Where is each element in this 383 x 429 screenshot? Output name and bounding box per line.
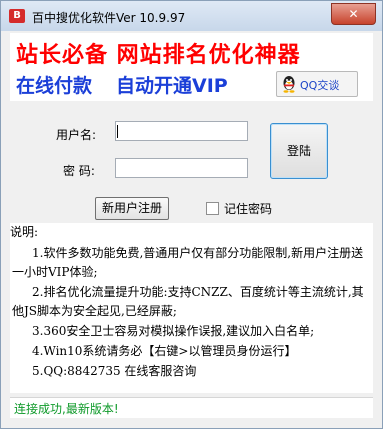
connection-status: 连接成功,最新版本!	[14, 402, 119, 416]
text-caret	[117, 125, 118, 138]
banner-subline: 在线付款 自动开通VIP	[16, 71, 228, 98]
remember-password-label[interactable]: 记住密码	[224, 200, 272, 217]
close-button[interactable]: ✕	[331, 3, 376, 25]
instructions-title: 说明:	[10, 225, 39, 239]
instruction-item: 5.QQ:8842735 在线客服咨询	[32, 364, 197, 378]
app-logo-icon: B	[9, 9, 25, 23]
login-button[interactable]: 登陆	[270, 123, 328, 179]
username-input[interactable]	[115, 121, 248, 141]
username-label: 用户名:	[56, 128, 97, 142]
instruction-item: 3.360安全卫士容易对模拟操作误报,建议加入白名单;	[32, 324, 315, 338]
title-bar[interactable]: B 百中搜优化软件Ver 10.9.97 ✕	[1, 1, 382, 31]
banner-auto-vip: 自动开通VIP	[116, 75, 228, 97]
banner-online-payment: 在线付款	[16, 75, 93, 97]
qq-chat-button[interactable]: QQ交谈	[276, 71, 358, 97]
window-title: 百中搜优化软件Ver 10.9.97	[32, 11, 186, 25]
instructions-panel: 说明: 1.软件多数功能免费,普通用户仅有部分功能限制,新用户注册送一小时VIP…	[10, 223, 373, 393]
instructions-list: 1.软件多数功能免费,普通用户仅有部分功能限制,新用户注册送一小时VIP体验; …	[12, 244, 369, 382]
instruction-item: 1.软件多数功能免费,普通用户仅有部分功能限制,新用户注册送一小时VIP体验;	[12, 246, 364, 279]
instruction-item: 4.Win10系统请务必【右键>以管理员身份运行】	[32, 344, 297, 358]
qq-penguin-icon	[283, 76, 295, 93]
remember-password-checkbox[interactable]	[206, 202, 219, 215]
status-bar: 连接成功,最新版本!	[10, 397, 373, 418]
password-label: 密 码:	[63, 164, 95, 178]
app-window: B 百中搜优化软件Ver 10.9.97 ✕ 站长必备 网站排名优化神器 在线付…	[0, 0, 383, 429]
instruction-item: 2.排名优化流量提升功能:支持CNZZ、百度统计等主流统计,其他JS脚本为安全起…	[12, 285, 364, 318]
password-input[interactable]	[115, 158, 248, 178]
banner-headline: 站长必备 网站排名优化神器	[16, 43, 301, 68]
qq-chat-label: QQ交谈	[300, 79, 340, 92]
promo-banner: 站长必备 网站排名优化神器 在线付款 自动开通VIP QQ交谈	[10, 33, 373, 101]
register-button[interactable]: 新用户注册	[95, 197, 169, 220]
